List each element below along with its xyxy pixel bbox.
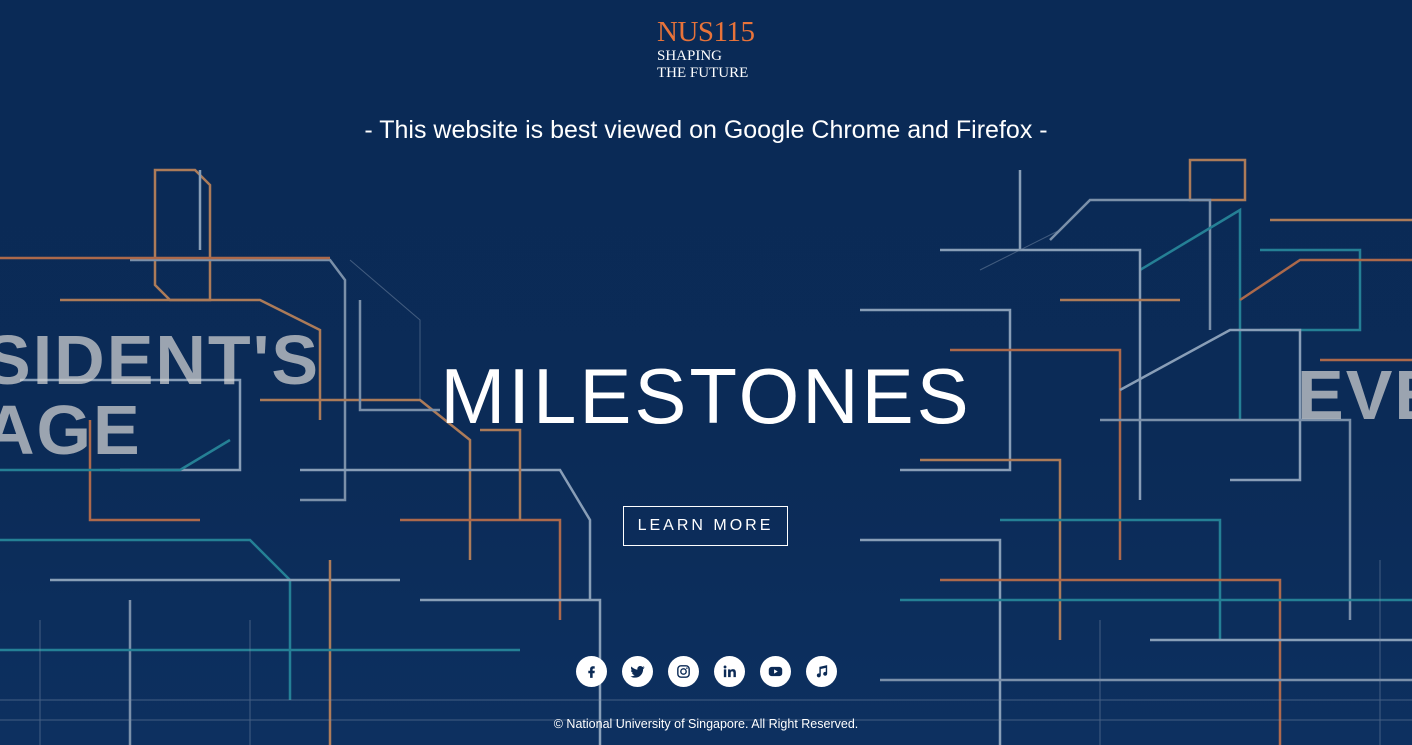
instagram-icon[interactable]	[668, 656, 699, 687]
learn-more-button[interactable]: LEARN MORE	[623, 506, 788, 546]
current-slide-title: MILESTONES	[440, 352, 972, 440]
logo-main-text: NUS115	[657, 16, 755, 48]
youtube-icon[interactable]	[760, 656, 791, 687]
social-links	[576, 656, 846, 688]
logo-tagline-line2: THE FUTURE	[657, 65, 749, 81]
nus115-logo[interactable]: NUS115 SHAPING THE FUTURE	[657, 16, 767, 82]
browser-notice: - This website is best viewed on Google …	[364, 116, 1048, 144]
music-icon[interactable]	[806, 656, 837, 687]
linkedin-icon[interactable]	[714, 656, 745, 687]
twitter-icon[interactable]	[622, 656, 653, 687]
hero-page: NUS115 SHAPING THE FUTURE - This website…	[0, 0, 1412, 745]
facebook-icon[interactable]	[576, 656, 607, 687]
logo-tagline-line1: SHAPING	[657, 48, 723, 64]
next-slide-title[interactable]: EVE	[1297, 360, 1412, 430]
copyright-text: © National University of Singapore. All …	[553, 717, 859, 731]
